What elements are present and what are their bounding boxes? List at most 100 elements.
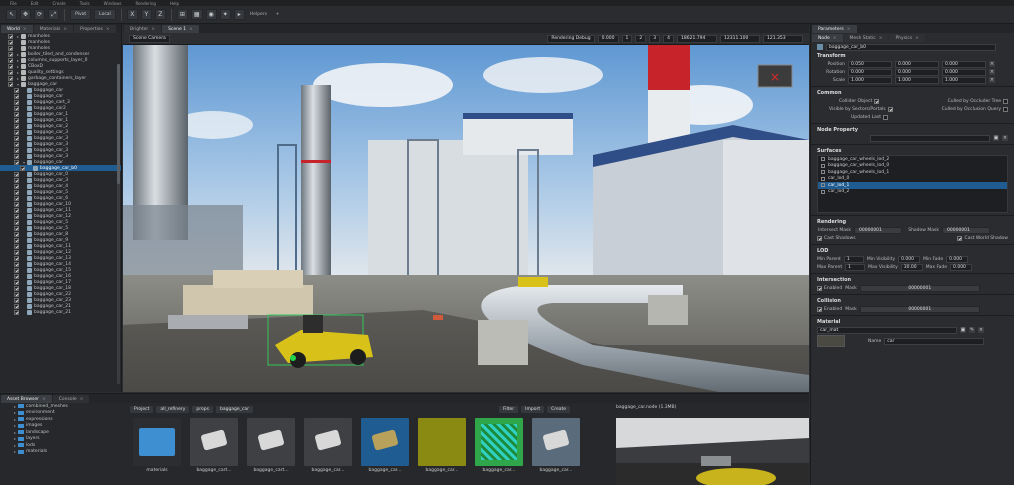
node-enabled-checkbox[interactable]	[14, 297, 19, 303]
gizmo-center[interactable]	[290, 355, 296, 361]
node-enabled-checkbox[interactable]	[14, 273, 19, 279]
node-enabled-checkbox[interactable]	[14, 87, 19, 93]
page-2-button[interactable]: 2	[635, 34, 647, 43]
intersection-mask-field[interactable]: 00000001	[859, 284, 980, 292]
node-enabled-checkbox[interactable]	[8, 63, 13, 69]
close-tab-icon[interactable]: ×	[879, 36, 883, 41]
axis-x-button[interactable]: X	[126, 9, 138, 20]
fov-field[interactable]: 0.000	[597, 34, 619, 43]
scene-render[interactable]: ×	[123, 45, 809, 392]
node-enabled-checkbox[interactable]	[8, 57, 13, 63]
material-name-field[interactable]: car	[884, 337, 985, 345]
node-enabled-checkbox[interactable]	[14, 249, 19, 255]
material-field[interactable]: car_mat	[817, 326, 957, 334]
close-tab-icon[interactable]: ×	[23, 27, 27, 32]
close-tab-icon[interactable]: ×	[915, 36, 919, 41]
parameters-tab-parameters[interactable]: Parameters ×	[812, 25, 857, 33]
menu-item-windows[interactable]: Windows	[104, 1, 122, 6]
node-enabled-checkbox[interactable]	[14, 141, 19, 147]
node-enabled-checkbox[interactable]	[8, 81, 13, 87]
viewport-tab-brighter[interactable]: Brighter ×	[124, 25, 162, 33]
asset-thumbnail[interactable]: baggage_cart...	[190, 418, 238, 485]
min-parent-field[interactable]: 1	[843, 255, 864, 263]
node-enabled-checkbox[interactable]	[8, 69, 13, 75]
node-enabled-checkbox[interactable]	[14, 309, 19, 315]
node-enabled-checkbox[interactable]	[14, 219, 19, 225]
node-enabled-checkbox[interactable]	[14, 189, 19, 195]
axis-z-button[interactable]: Z	[154, 9, 166, 20]
node-enabled-checkbox[interactable]	[14, 159, 19, 165]
surface-toggle-icon[interactable]	[821, 189, 825, 194]
asset-thumbnail[interactable]: baggage_car...	[532, 418, 580, 485]
node-enabled-checkbox[interactable]	[14, 207, 19, 213]
node-enabled-checkbox[interactable]	[14, 195, 19, 201]
coord-x-field[interactable]: 18621.794	[677, 34, 717, 43]
rotate-tool-button[interactable]: ⟳	[34, 9, 46, 20]
rotation-x-field[interactable]: 0.000	[848, 68, 892, 76]
culled-occluder-checkbox[interactable]: Culled by Occluder Tree	[948, 98, 1008, 104]
menu-item-help[interactable]: Help	[170, 1, 179, 6]
breadcrumb-refinery[interactable]: all_refinery	[156, 406, 190, 413]
node-enabled-checkbox[interactable]	[14, 183, 19, 189]
min-fade-field[interactable]: 0.000	[946, 255, 969, 263]
menu-item-rendering[interactable]: Rendering	[135, 1, 155, 6]
asset-thumbnail[interactable]: baggage_car...	[304, 418, 352, 485]
cast-shadows-checkbox[interactable]: Cast Shadows	[817, 235, 856, 241]
bottom-tab-asset-browser[interactable]: Asset Browser ×	[1, 395, 52, 403]
node-enabled-checkbox[interactable]	[14, 93, 19, 99]
node-enabled-checkbox[interactable]	[14, 213, 19, 219]
asset-thumbnail[interactable]: baggage_car...	[361, 418, 409, 485]
node-enabled-checkbox[interactable]	[8, 33, 13, 39]
coord-y-field[interactable]: 12311.100	[720, 34, 760, 43]
node-enabled-checkbox[interactable]	[14, 201, 19, 207]
position-y-field[interactable]: 0.000	[895, 60, 939, 68]
surface-toggle-icon[interactable]	[821, 183, 825, 188]
close-tab-icon[interactable]: ×	[80, 397, 84, 402]
scale-z-field[interactable]: 1.000	[942, 76, 986, 84]
material-open-icon[interactable]: ▣	[960, 327, 966, 333]
node-enabled-checkbox[interactable]	[14, 279, 19, 285]
viewport-tab-scene-1[interactable]: Scene 1 ×	[162, 25, 199, 33]
pivot-dropdown[interactable]: Pivot	[70, 9, 92, 20]
culled-query-checkbox[interactable]: Culled by Occlusion Query	[942, 106, 1008, 112]
surface-row[interactable]: car_lod_2	[818, 189, 1007, 196]
node-enabled-checkbox[interactable]	[14, 243, 19, 249]
position-x-field[interactable]: 0.050	[848, 60, 892, 68]
clear-property-icon[interactable]: ×	[1002, 135, 1008, 141]
menu-item-file[interactable]: File	[10, 1, 17, 6]
node-enabled-checkbox[interactable]	[14, 255, 19, 261]
local-dropdown[interactable]: Local	[94, 9, 116, 20]
node-enabled-checkbox[interactable]	[14, 147, 19, 153]
grid-icon[interactable]: ▦	[190, 9, 203, 20]
camera-select[interactable]: Scene Camera	[129, 34, 170, 43]
asset-thumbnail[interactable]: baggage_car...	[475, 418, 523, 485]
node-enabled-checkbox[interactable]	[14, 285, 19, 291]
snap-icon[interactable]: ⊞	[176, 9, 188, 20]
parameters-sub-tab-mesh-static[interactable]: Mesh Static ×	[843, 34, 889, 42]
camera-icon[interactable]: ◉	[205, 9, 217, 20]
tree-node[interactable]: baggage_car_21	[0, 309, 121, 315]
light-icon[interactable]: ✦	[219, 9, 231, 20]
node-enabled-checkbox[interactable]	[20, 165, 25, 171]
surface-toggle-icon[interactable]	[821, 170, 825, 175]
reset-position-icon[interactable]: ×	[989, 61, 995, 67]
node-enabled-checkbox[interactable]	[8, 45, 13, 51]
world-tree-scrollbar[interactable]	[117, 64, 120, 384]
node-name-field[interactable]: baggage_car_b0	[826, 43, 996, 51]
cast-world-shadow-checkbox[interactable]: Cast World Shadow	[957, 235, 1008, 241]
node-enabled-checkbox[interactable]	[8, 51, 13, 57]
parameters-sub-tab-physics[interactable]: Physics ×	[889, 34, 925, 42]
node-enabled-checkbox[interactable]	[14, 153, 19, 159]
asset-thumbnail[interactable]: baggage_cart...	[247, 418, 295, 485]
move-tool-button[interactable]: ✥	[20, 9, 32, 20]
surface-toggle-icon[interactable]	[821, 176, 825, 181]
surface-toggle-icon[interactable]	[821, 163, 825, 168]
breadcrumb-project[interactable]: Project	[130, 406, 154, 413]
max-parent-field[interactable]: 1	[845, 263, 866, 271]
node-enabled-checkbox[interactable]	[14, 237, 19, 243]
node-enabled-checkbox[interactable]	[14, 135, 19, 141]
node-enabled-checkbox[interactable]	[8, 75, 13, 81]
scale-tool-button[interactable]: ⤢	[48, 9, 60, 20]
max-visibility-field[interactable]: 30.00	[900, 263, 923, 271]
node-enabled-checkbox[interactable]	[14, 105, 19, 111]
